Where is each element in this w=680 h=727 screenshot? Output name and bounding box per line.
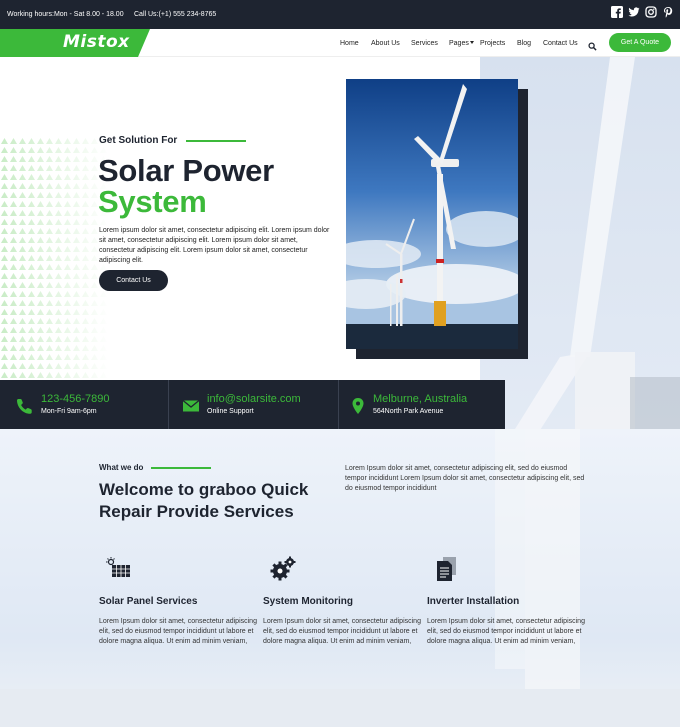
call-us[interactable]: Call Us:(+1) 555 234-8765: [134, 11, 216, 18]
gears-icon: [270, 556, 296, 581]
service-text: Lorem Ipsum dolor sit amet, consectetur …: [263, 618, 421, 645]
divider: [338, 380, 339, 429]
get-quote-button[interactable]: Get A Quote: [609, 33, 671, 52]
twitter-icon[interactable]: [628, 6, 640, 18]
hero-title-accent: System: [98, 184, 207, 219]
nav-pages[interactable]: Pages: [449, 40, 469, 47]
instagram-icon[interactable]: [645, 6, 657, 18]
dot-pattern: [0, 137, 110, 380]
address-city: Melburne, Australia: [373, 393, 468, 405]
subtitle-underline: [186, 140, 246, 142]
nav-projects[interactable]: Projects: [480, 40, 505, 47]
service-title[interactable]: Solar Panel Services: [99, 596, 197, 607]
section-label-underline: [151, 467, 211, 469]
turbine-photo: [346, 79, 518, 349]
footer-band: [0, 689, 680, 727]
email-note: Online Support: [207, 408, 254, 415]
document-icon: [437, 557, 456, 581]
nav-services[interactable]: Services: [411, 40, 438, 47]
phone-number[interactable]: 123-456-7890: [41, 393, 110, 405]
hero-contact-button[interactable]: Contact Us: [99, 270, 168, 291]
address-street: 564North Park Avenue: [373, 408, 444, 415]
section-label: What we do: [99, 463, 144, 472]
phone-icon: [17, 399, 32, 414]
solar-panel-icon: [106, 557, 130, 577]
search-icon[interactable]: [588, 38, 597, 51]
nav-blog[interactable]: Blog: [517, 40, 531, 47]
service-text: Lorem Ipsum dolor sit amet, consectetur …: [427, 618, 585, 645]
email-icon: [182, 399, 200, 412]
service-title[interactable]: Inverter Installation: [427, 596, 519, 607]
top-bar: Working hours:Mon - Sat 8.00 - 18.00 Cal…: [0, 0, 680, 29]
nav-contact-us[interactable]: Contact Us: [543, 40, 578, 47]
service-text: Lorem Ipsum dolor sit amet, consectetur …: [99, 618, 257, 645]
service-title[interactable]: System Monitoring: [263, 596, 353, 607]
working-hours: Working hours:Mon - Sat 8.00 - 18.00: [7, 11, 124, 18]
divider: [168, 380, 169, 429]
nav-home[interactable]: Home: [340, 40, 359, 47]
email-address[interactable]: info@solarsite.com: [207, 393, 301, 405]
pinterest-icon[interactable]: [662, 6, 674, 18]
location-icon: [352, 398, 364, 414]
chevron-down-icon: [470, 41, 474, 44]
facebook-icon[interactable]: [611, 6, 623, 18]
hero-subtitle: Get Solution For: [99, 135, 178, 146]
logo[interactable]: Mistox: [63, 32, 130, 52]
section-title: Welcome to graboo Quick Repair Provide S…: [99, 480, 309, 521]
navbar: Mistox Home About Us Services Pages Proj…: [0, 29, 680, 57]
nav-about-us[interactable]: About Us: [371, 40, 400, 47]
section-text: Lorem Ipsum dolor sit amet, consectetur …: [345, 465, 585, 492]
phone-hours: Mon-Fri 9am-6pm: [41, 408, 97, 415]
hero-text: Lorem ipsum dolor sit amet, consectetur …: [99, 227, 330, 264]
